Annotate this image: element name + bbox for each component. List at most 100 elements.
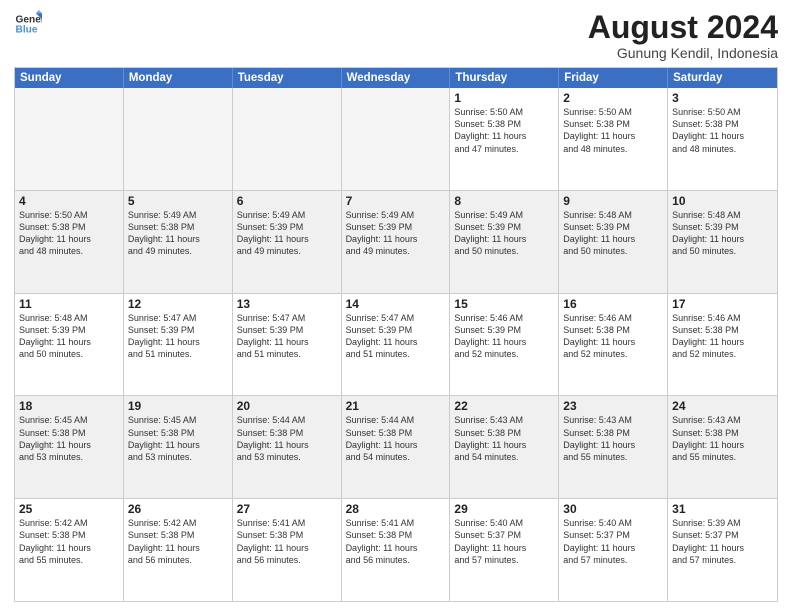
calendar-cell: 2Sunrise: 5:50 AM Sunset: 5:38 PM Daylig… <box>559 88 668 190</box>
day-info: Sunrise: 5:42 AM Sunset: 5:38 PM Dayligh… <box>19 517 119 566</box>
calendar-cell: 25Sunrise: 5:42 AM Sunset: 5:38 PM Dayli… <box>15 499 124 601</box>
day-number: 28 <box>346 502 446 516</box>
day-number: 8 <box>454 194 554 208</box>
calendar-row-0: 1Sunrise: 5:50 AM Sunset: 5:38 PM Daylig… <box>15 88 777 190</box>
day-info: Sunrise: 5:48 AM Sunset: 5:39 PM Dayligh… <box>563 209 663 258</box>
day-number: 17 <box>672 297 773 311</box>
location-title: Gunung Kendil, Indonesia <box>588 45 778 61</box>
day-info: Sunrise: 5:41 AM Sunset: 5:38 PM Dayligh… <box>237 517 337 566</box>
calendar-cell: 12Sunrise: 5:47 AM Sunset: 5:39 PM Dayli… <box>124 294 233 396</box>
day-number: 13 <box>237 297 337 311</box>
day-number: 1 <box>454 91 554 105</box>
day-number: 3 <box>672 91 773 105</box>
day-info: Sunrise: 5:40 AM Sunset: 5:37 PM Dayligh… <box>563 517 663 566</box>
calendar-cell <box>233 88 342 190</box>
day-number: 24 <box>672 399 773 413</box>
calendar-cell: 30Sunrise: 5:40 AM Sunset: 5:37 PM Dayli… <box>559 499 668 601</box>
day-number: 30 <box>563 502 663 516</box>
day-number: 31 <box>672 502 773 516</box>
day-number: 27 <box>237 502 337 516</box>
day-info: Sunrise: 5:44 AM Sunset: 5:38 PM Dayligh… <box>346 414 446 463</box>
day-number: 5 <box>128 194 228 208</box>
day-info: Sunrise: 5:43 AM Sunset: 5:38 PM Dayligh… <box>454 414 554 463</box>
day-number: 25 <box>19 502 119 516</box>
header: General Blue August 2024 Gunung Kendil, … <box>14 10 778 61</box>
calendar-cell: 16Sunrise: 5:46 AM Sunset: 5:38 PM Dayli… <box>559 294 668 396</box>
calendar-cell: 14Sunrise: 5:47 AM Sunset: 5:39 PM Dayli… <box>342 294 451 396</box>
day-info: Sunrise: 5:49 AM Sunset: 5:39 PM Dayligh… <box>346 209 446 258</box>
day-info: Sunrise: 5:43 AM Sunset: 5:38 PM Dayligh… <box>672 414 773 463</box>
calendar-cell: 10Sunrise: 5:48 AM Sunset: 5:39 PM Dayli… <box>668 191 777 293</box>
header-cell-tuesday: Tuesday <box>233 68 342 88</box>
calendar-body: 1Sunrise: 5:50 AM Sunset: 5:38 PM Daylig… <box>15 88 777 601</box>
calendar-row-3: 18Sunrise: 5:45 AM Sunset: 5:38 PM Dayli… <box>15 395 777 498</box>
day-number: 15 <box>454 297 554 311</box>
calendar-header: SundayMondayTuesdayWednesdayThursdayFrid… <box>15 68 777 88</box>
day-info: Sunrise: 5:45 AM Sunset: 5:38 PM Dayligh… <box>128 414 228 463</box>
title-block: August 2024 Gunung Kendil, Indonesia <box>588 10 778 61</box>
header-cell-sunday: Sunday <box>15 68 124 88</box>
header-cell-wednesday: Wednesday <box>342 68 451 88</box>
calendar-cell: 15Sunrise: 5:46 AM Sunset: 5:39 PM Dayli… <box>450 294 559 396</box>
day-info: Sunrise: 5:46 AM Sunset: 5:39 PM Dayligh… <box>454 312 554 361</box>
calendar-cell: 17Sunrise: 5:46 AM Sunset: 5:38 PM Dayli… <box>668 294 777 396</box>
calendar-cell: 6Sunrise: 5:49 AM Sunset: 5:39 PM Daylig… <box>233 191 342 293</box>
day-info: Sunrise: 5:50 AM Sunset: 5:38 PM Dayligh… <box>672 106 773 155</box>
calendar-cell: 27Sunrise: 5:41 AM Sunset: 5:38 PM Dayli… <box>233 499 342 601</box>
day-number: 10 <box>672 194 773 208</box>
calendar-cell: 24Sunrise: 5:43 AM Sunset: 5:38 PM Dayli… <box>668 396 777 498</box>
day-info: Sunrise: 5:47 AM Sunset: 5:39 PM Dayligh… <box>237 312 337 361</box>
day-number: 26 <box>128 502 228 516</box>
header-cell-monday: Monday <box>124 68 233 88</box>
day-info: Sunrise: 5:44 AM Sunset: 5:38 PM Dayligh… <box>237 414 337 463</box>
day-info: Sunrise: 5:42 AM Sunset: 5:38 PM Dayligh… <box>128 517 228 566</box>
day-info: Sunrise: 5:49 AM Sunset: 5:38 PM Dayligh… <box>128 209 228 258</box>
calendar-row-2: 11Sunrise: 5:48 AM Sunset: 5:39 PM Dayli… <box>15 293 777 396</box>
day-info: Sunrise: 5:48 AM Sunset: 5:39 PM Dayligh… <box>19 312 119 361</box>
svg-text:Blue: Blue <box>16 25 38 36</box>
day-number: 29 <box>454 502 554 516</box>
day-number: 11 <box>19 297 119 311</box>
day-number: 16 <box>563 297 663 311</box>
calendar-cell: 19Sunrise: 5:45 AM Sunset: 5:38 PM Dayli… <box>124 396 233 498</box>
day-number: 9 <box>563 194 663 208</box>
calendar-cell <box>15 88 124 190</box>
day-info: Sunrise: 5:47 AM Sunset: 5:39 PM Dayligh… <box>346 312 446 361</box>
header-cell-thursday: Thursday <box>450 68 559 88</box>
day-info: Sunrise: 5:46 AM Sunset: 5:38 PM Dayligh… <box>672 312 773 361</box>
day-number: 21 <box>346 399 446 413</box>
month-title: August 2024 <box>588 10 778 45</box>
calendar-row-1: 4Sunrise: 5:50 AM Sunset: 5:38 PM Daylig… <box>15 190 777 293</box>
day-number: 12 <box>128 297 228 311</box>
page: General Blue August 2024 Gunung Kendil, … <box>0 0 792 612</box>
day-number: 20 <box>237 399 337 413</box>
day-info: Sunrise: 5:41 AM Sunset: 5:38 PM Dayligh… <box>346 517 446 566</box>
calendar-cell: 28Sunrise: 5:41 AM Sunset: 5:38 PM Dayli… <box>342 499 451 601</box>
day-number: 7 <box>346 194 446 208</box>
day-number: 19 <box>128 399 228 413</box>
day-number: 23 <box>563 399 663 413</box>
day-info: Sunrise: 5:47 AM Sunset: 5:39 PM Dayligh… <box>128 312 228 361</box>
calendar-cell: 4Sunrise: 5:50 AM Sunset: 5:38 PM Daylig… <box>15 191 124 293</box>
calendar-cell: 5Sunrise: 5:49 AM Sunset: 5:38 PM Daylig… <box>124 191 233 293</box>
header-cell-friday: Friday <box>559 68 668 88</box>
calendar-cell <box>124 88 233 190</box>
day-info: Sunrise: 5:50 AM Sunset: 5:38 PM Dayligh… <box>454 106 554 155</box>
day-number: 22 <box>454 399 554 413</box>
day-info: Sunrise: 5:45 AM Sunset: 5:38 PM Dayligh… <box>19 414 119 463</box>
day-number: 2 <box>563 91 663 105</box>
logo: General Blue <box>14 10 42 38</box>
day-info: Sunrise: 5:39 AM Sunset: 5:37 PM Dayligh… <box>672 517 773 566</box>
calendar-cell: 13Sunrise: 5:47 AM Sunset: 5:39 PM Dayli… <box>233 294 342 396</box>
calendar-cell <box>342 88 451 190</box>
calendar-cell: 20Sunrise: 5:44 AM Sunset: 5:38 PM Dayli… <box>233 396 342 498</box>
day-info: Sunrise: 5:48 AM Sunset: 5:39 PM Dayligh… <box>672 209 773 258</box>
calendar-cell: 31Sunrise: 5:39 AM Sunset: 5:37 PM Dayli… <box>668 499 777 601</box>
calendar-cell: 23Sunrise: 5:43 AM Sunset: 5:38 PM Dayli… <box>559 396 668 498</box>
calendar-cell: 26Sunrise: 5:42 AM Sunset: 5:38 PM Dayli… <box>124 499 233 601</box>
day-info: Sunrise: 5:50 AM Sunset: 5:38 PM Dayligh… <box>19 209 119 258</box>
calendar-cell: 3Sunrise: 5:50 AM Sunset: 5:38 PM Daylig… <box>668 88 777 190</box>
calendar: SundayMondayTuesdayWednesdayThursdayFrid… <box>14 67 778 602</box>
day-number: 18 <box>19 399 119 413</box>
day-info: Sunrise: 5:49 AM Sunset: 5:39 PM Dayligh… <box>237 209 337 258</box>
